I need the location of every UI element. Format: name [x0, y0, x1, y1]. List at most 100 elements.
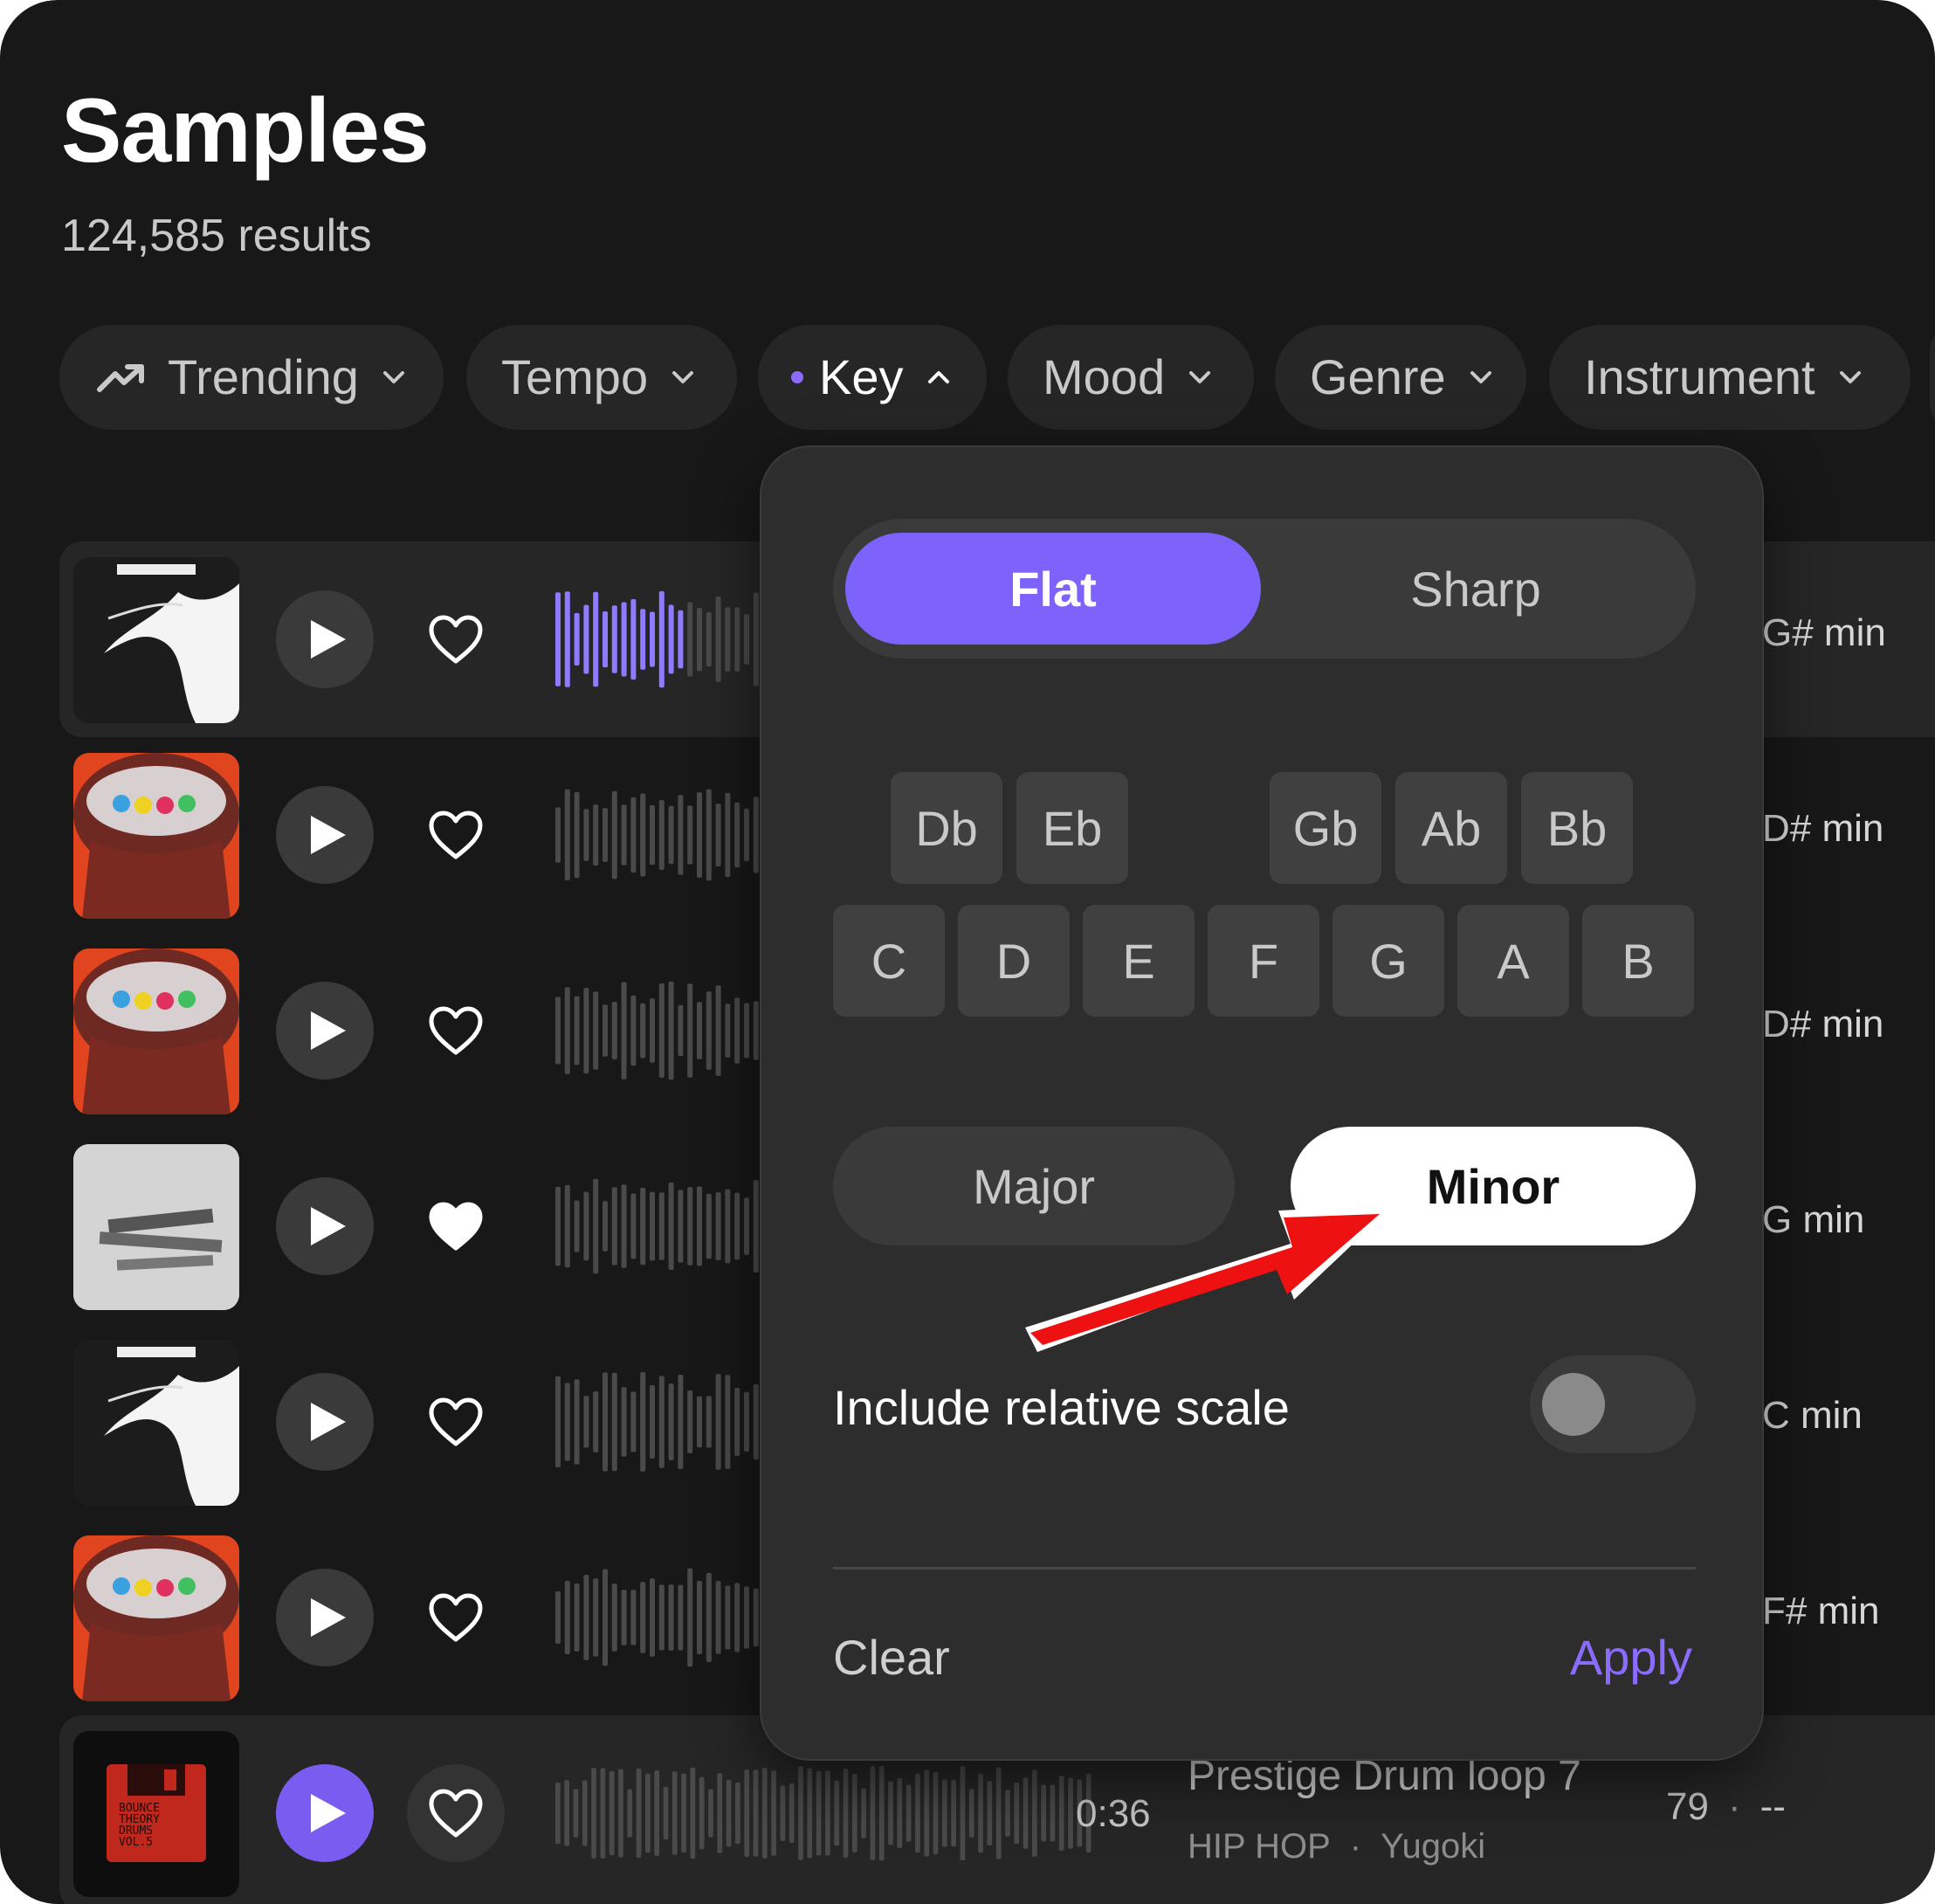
sample-artist[interactable]: Yugoki — [1381, 1827, 1485, 1866]
favorite-button[interactable] — [407, 590, 505, 688]
favorite-button[interactable] — [407, 1373, 505, 1471]
key-button-ab[interactable]: Ab — [1395, 772, 1507, 884]
waveform-bar — [621, 1590, 627, 1645]
filter-label: Genre — [1310, 349, 1446, 404]
waveform-bar — [640, 609, 646, 670]
play-button[interactable] — [276, 1764, 374, 1862]
waveform-bar — [687, 805, 693, 865]
waveform-bar — [564, 1383, 570, 1461]
waveform-bar — [715, 1192, 721, 1260]
chevron-down-icon — [1184, 362, 1215, 393]
filter-genre[interactable]: Genre — [1275, 325, 1526, 430]
waveform-bar — [734, 607, 740, 672]
key-button-c[interactable]: C — [833, 905, 945, 1017]
filter-more[interactable] — [1930, 325, 1935, 430]
key-button-d[interactable]: D — [958, 905, 1070, 1017]
favorite-button[interactable] — [407, 1569, 505, 1666]
waveform-bar — [678, 610, 684, 669]
key-button-b[interactable]: B — [1582, 905, 1694, 1017]
waveform-bar — [593, 1391, 599, 1452]
sample-key: D# min — [1762, 807, 1884, 850]
waveform-bar — [968, 1789, 974, 1838]
sample-genre[interactable]: HIP HOP — [1188, 1827, 1331, 1866]
waveform-bar — [706, 612, 712, 666]
sample-cover — [73, 557, 239, 723]
filter-mood[interactable]: Mood — [1008, 325, 1254, 430]
filter-tempo[interactable]: Tempo — [466, 325, 737, 430]
waveform-bar — [687, 1390, 693, 1453]
cover-text: BOUNCE THEORY DRUMS VOL.5 — [119, 1802, 160, 1849]
waveform-bar — [555, 1591, 561, 1644]
heart-outline-icon — [429, 1397, 483, 1446]
play-button[interactable] — [276, 786, 374, 884]
waveform-bar — [697, 1002, 702, 1059]
waveform-bar — [744, 614, 749, 665]
include-relative-scale-toggle[interactable] — [1530, 1356, 1696, 1453]
waveform-bar — [798, 1766, 803, 1860]
flat-button[interactable]: Flat — [845, 533, 1261, 645]
key-button-f[interactable]: F — [1208, 905, 1319, 1017]
favorite-button[interactable] — [407, 786, 505, 884]
waveform-bar — [697, 1581, 702, 1654]
waveform-bar — [609, 1770, 615, 1856]
filter-trending[interactable]: Trending — [59, 325, 444, 430]
waveform-bar — [697, 607, 702, 672]
key-button-eb[interactable]: Eb — [1016, 772, 1128, 884]
waveform-bar — [658, 1192, 665, 1260]
waveform-bar — [924, 1769, 930, 1857]
key-button-g[interactable]: G — [1332, 905, 1444, 1017]
waveform-bar — [583, 1396, 589, 1448]
waveform-bar — [668, 805, 674, 865]
play-button[interactable] — [276, 590, 374, 688]
waveform-bar — [600, 1768, 606, 1859]
key-button-a[interactable]: A — [1457, 905, 1569, 1017]
waveform-bar — [555, 1376, 561, 1468]
waveform-bar — [640, 1003, 646, 1059]
waveform-bar — [678, 795, 684, 875]
sample-key: D# min — [1762, 1003, 1884, 1045]
heart-outline-icon — [429, 615, 483, 664]
apply-button[interactable]: Apply — [1570, 1630, 1692, 1686]
waveform-bar — [687, 602, 693, 677]
waveform-bar — [706, 1193, 712, 1259]
key-button-bb[interactable]: Bb — [1521, 772, 1633, 884]
waveform-bar — [1050, 1784, 1056, 1842]
filter-instrument[interactable]: Instrument — [1549, 325, 1911, 430]
clear-button[interactable]: Clear — [833, 1630, 950, 1686]
waveform-bar — [687, 983, 693, 1078]
waveform-bar — [611, 1187, 617, 1266]
favorite-button[interactable] — [407, 1764, 505, 1862]
favorite-button[interactable] — [407, 1177, 505, 1275]
play-button[interactable] — [276, 1569, 374, 1666]
key-button-e[interactable]: E — [1083, 905, 1195, 1017]
sharp-button[interactable]: Sharp — [1268, 533, 1684, 645]
favorite-button[interactable] — [407, 982, 505, 1080]
filter-key[interactable]: Key — [758, 325, 987, 430]
waveform-bar — [640, 1187, 646, 1266]
filter-label: Tempo — [501, 349, 649, 404]
key-button-db[interactable]: Db — [891, 772, 1002, 884]
waveform-bar — [715, 985, 721, 1076]
key-button-gb[interactable]: Gb — [1270, 772, 1381, 884]
waveform-bar — [744, 1769, 750, 1858]
waveform-bar — [574, 996, 580, 1066]
play-button[interactable] — [276, 1373, 374, 1471]
annotation-arrow-icon — [1025, 1205, 1394, 1352]
waveform-bar — [630, 797, 637, 873]
play-button[interactable] — [276, 982, 374, 1080]
waveform[interactable] — [555, 1761, 1097, 1866]
waveform-bar — [715, 1581, 721, 1654]
waveform-bar — [573, 1789, 579, 1838]
waveform-bar — [593, 1178, 599, 1274]
waveform-bar — [706, 1573, 712, 1662]
waveform-bar — [725, 792, 731, 878]
waveform-bar — [654, 1769, 660, 1857]
waveform-bar — [564, 1580, 570, 1655]
waveform-bar — [668, 1383, 674, 1460]
waveform-bar — [555, 807, 561, 863]
waveform-bar — [564, 1780, 570, 1846]
waveform-bar — [618, 1769, 623, 1858]
sample-cover — [73, 1535, 239, 1701]
waveform-bar — [603, 1372, 608, 1472]
play-button[interactable] — [276, 1177, 374, 1275]
